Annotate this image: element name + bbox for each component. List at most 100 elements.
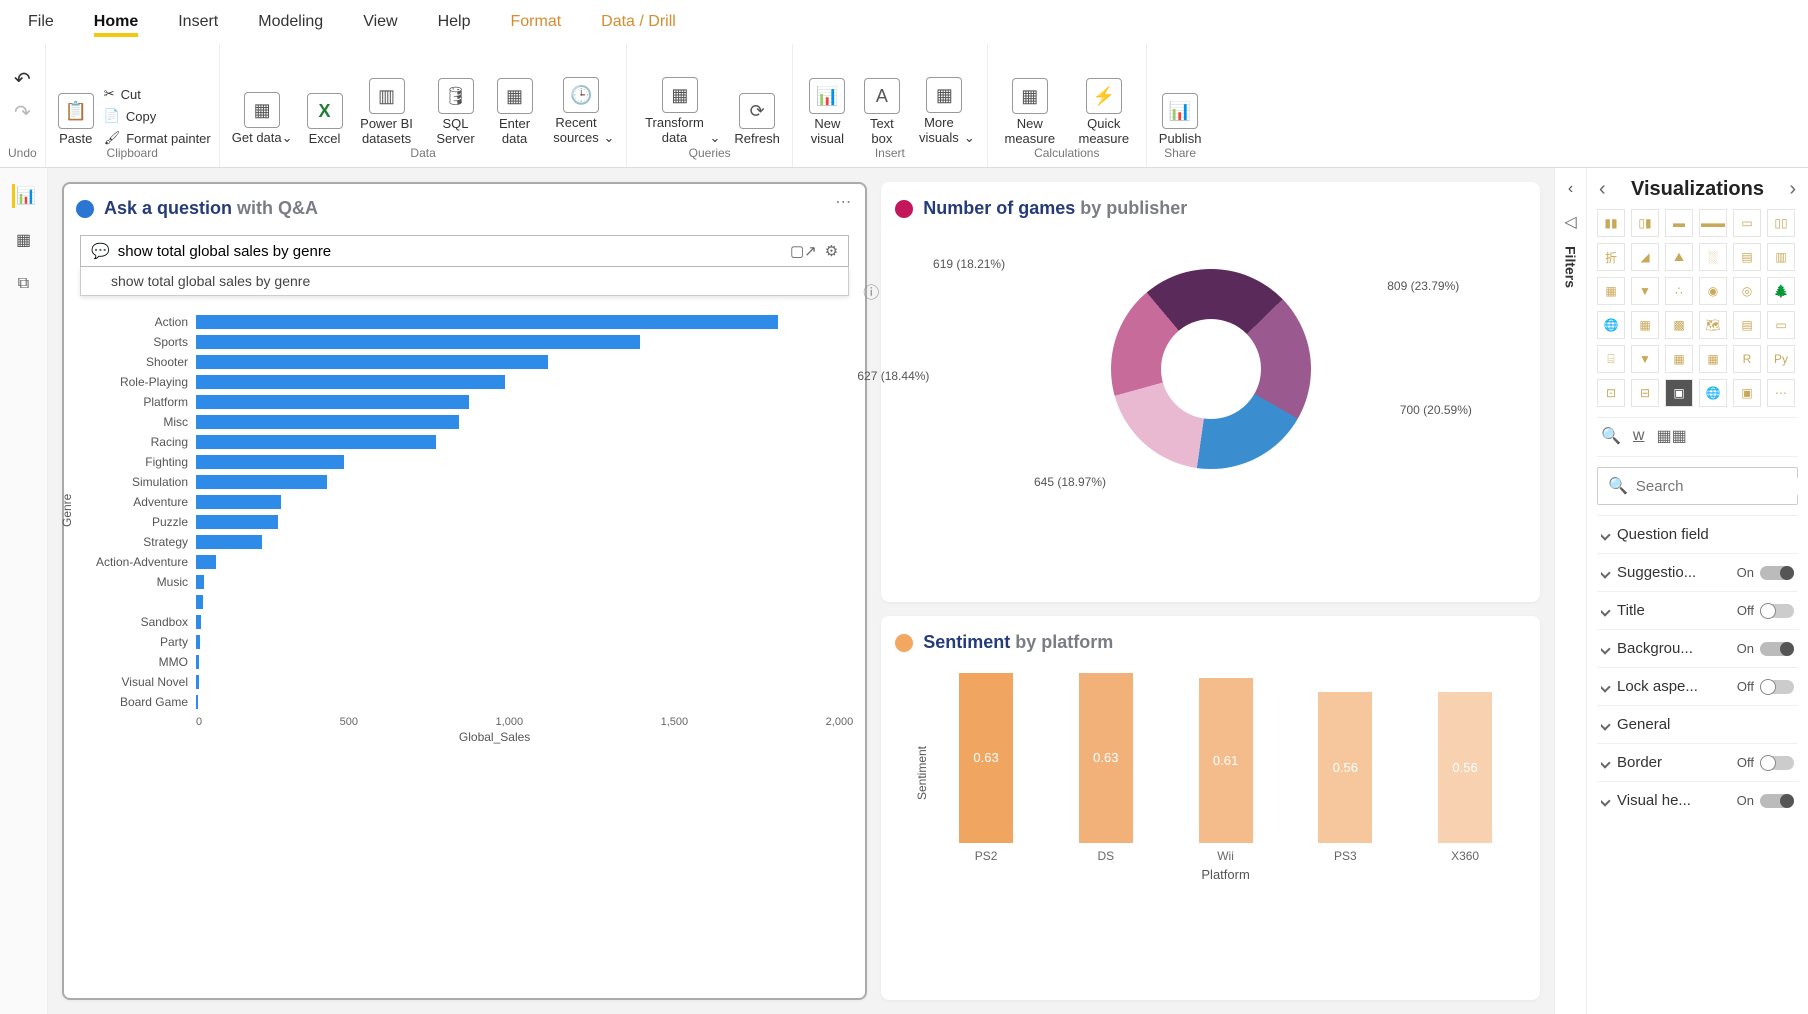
qna-input[interactable] [118, 243, 782, 260]
pbi-datasets-button[interactable]: ▥Power BI datasets [353, 78, 421, 146]
format-search[interactable]: 🔍 [1597, 467, 1798, 505]
gear-icon[interactable]: ⚙ [825, 242, 838, 260]
viz-type-icon[interactable]: ⊡ [1597, 379, 1625, 407]
undo-button[interactable]: ↶ [10, 67, 35, 92]
more-visuals-button[interactable]: ▦More visuals⌄ [910, 77, 979, 146]
qna-visual-card[interactable]: ⋯ Ask a question with Q&A 💬 ▢↗ ⚙ show to… [62, 182, 867, 1000]
menu-modeling[interactable]: Modeling [238, 3, 343, 41]
menu-home[interactable]: Home [74, 3, 158, 41]
get-data-button[interactable]: ▦Get data⌄ [228, 92, 297, 146]
format-property-row[interactable]: Visual he...On [1597, 781, 1798, 819]
viz-type-icon[interactable]: ▭ [1733, 209, 1761, 237]
format-property-row[interactable]: TitleOff [1597, 591, 1798, 629]
cut-button[interactable]: ✂Cut [104, 86, 211, 102]
menu-insert[interactable]: Insert [158, 3, 238, 41]
viz-type-icon[interactable]: ◉ [1699, 277, 1727, 305]
format-painter-button[interactable]: 🖌Format painter [104, 130, 211, 146]
format-search-input[interactable] [1636, 478, 1808, 495]
viz-type-icon[interactable]: ◎ [1733, 277, 1761, 305]
info-icon[interactable]: ⓘ [863, 279, 879, 303]
viz-type-icon[interactable]: ▮▮ [1597, 209, 1625, 237]
viz-type-icon[interactable]: Py [1767, 345, 1795, 373]
copy-button[interactable]: 📄Copy [104, 108, 211, 124]
publisher-donut-card[interactable]: Number of games by publisher 809 (23.79%… [881, 182, 1540, 602]
enter-data-button[interactable]: ▦Enter data [491, 78, 539, 146]
report-view-button[interactable]: 📊 [12, 184, 36, 208]
viz-type-icon[interactable]: 🌐 [1699, 379, 1727, 407]
menu-help[interactable]: Help [418, 3, 491, 41]
quick-measure-button[interactable]: ⚡Quick measure [1070, 78, 1138, 146]
viz-type-icon[interactable]: ▤ [1733, 243, 1761, 271]
menu-data-drill[interactable]: Data / Drill [581, 3, 696, 41]
qna-input-container[interactable]: 💬 ▢↗ ⚙ [80, 235, 849, 267]
viz-type-icon[interactable]: ∴ [1665, 277, 1693, 305]
format-tab-icon[interactable]: ▦▦ [1656, 426, 1686, 446]
toggle-switch[interactable]: On [1737, 793, 1794, 808]
viz-type-icon[interactable]: ⌸ [1597, 345, 1625, 373]
viz-type-icon[interactable]: ▦ [1597, 277, 1625, 305]
format-property-row[interactable]: Question field [1597, 515, 1798, 553]
viz-type-icon[interactable]: ⋯ [1767, 379, 1795, 407]
qna-suggestion[interactable]: show total global sales by genre [80, 267, 849, 296]
viz-type-icon[interactable]: ⛰ [1665, 243, 1693, 271]
viz-type-icon[interactable]: ▣ [1733, 379, 1761, 407]
expand-viz-icon[interactable]: ‹ [1599, 178, 1606, 201]
viz-type-icon[interactable]: ▯▮ [1631, 209, 1659, 237]
data-view-button[interactable]: ▦ [12, 228, 36, 252]
toggle-switch[interactable]: Off [1737, 603, 1794, 618]
viz-type-icon[interactable]: 🌐 [1597, 311, 1625, 339]
viz-type-icon[interactable]: ▣ [1665, 379, 1693, 407]
viz-type-icon[interactable]: ▼ [1631, 277, 1659, 305]
viz-type-icon[interactable]: ▩ [1665, 311, 1693, 339]
viz-type-icon[interactable]: ▬ [1665, 209, 1693, 237]
new-measure-button[interactable]: ▦New measure [996, 78, 1064, 146]
viz-type-icon[interactable]: 🗺 [1699, 311, 1727, 339]
toggle-switch[interactable]: On [1737, 565, 1794, 580]
viz-type-icon[interactable]: ▯▯ [1767, 209, 1795, 237]
viz-type-icon[interactable]: ▦ [1631, 311, 1659, 339]
excel-button[interactable]: XExcel [303, 93, 347, 146]
menu-format[interactable]: Format [490, 3, 581, 41]
collapse-viz-icon[interactable]: › [1789, 178, 1796, 201]
fields-well-icon[interactable]: w [1633, 427, 1645, 445]
viz-type-icon[interactable]: ▼ [1631, 345, 1659, 373]
format-property-row[interactable]: Suggestio...On [1597, 553, 1798, 591]
viz-type-icon[interactable]: ▬▬ [1699, 209, 1727, 237]
format-property-row[interactable]: General [1597, 705, 1798, 743]
text-box-button[interactable]: AText box [860, 78, 904, 146]
viz-type-icon[interactable]: ▥ [1767, 243, 1795, 271]
paste-button[interactable]: 📋Paste [54, 93, 98, 146]
viz-type-icon[interactable]: ◢ [1631, 243, 1659, 271]
bookmark-icon[interactable]: ◁ [1564, 212, 1576, 232]
viz-type-icon[interactable]: R [1733, 345, 1761, 373]
toggle-switch[interactable]: On [1737, 641, 1794, 656]
toggle-switch[interactable]: Off [1737, 679, 1794, 694]
search-fields-icon[interactable]: 🔍 [1601, 426, 1621, 446]
sentiment-bar-card[interactable]: Sentiment by platform Sentiment 0.63PS20… [881, 616, 1540, 1000]
redo-button[interactable]: ↷ [10, 100, 35, 125]
viz-type-icon[interactable]: ▦ [1665, 345, 1693, 373]
menu-file[interactable]: File [8, 3, 74, 41]
model-view-button[interactable]: ⧉ [12, 272, 36, 296]
viz-type-icon[interactable]: ▦ [1699, 345, 1727, 373]
recent-sources-button[interactable]: 🕒Recent sources⌄ [545, 77, 619, 146]
viz-type-icon[interactable]: ░ [1699, 243, 1727, 271]
viz-type-icon[interactable]: ⊟ [1631, 379, 1659, 407]
report-canvas[interactable]: ⋯ Ask a question with Q&A 💬 ▢↗ ⚙ show to… [48, 168, 1554, 1014]
convert-visual-icon[interactable]: ▢↗ [790, 242, 817, 260]
menu-view[interactable]: View [343, 3, 417, 41]
publish-button[interactable]: 📊Publish [1155, 93, 1206, 146]
toggle-switch[interactable]: Off [1737, 755, 1794, 770]
format-property-row[interactable]: Backgrou...On [1597, 629, 1798, 667]
sql-server-button[interactable]: 🛢SQL Server [427, 78, 485, 146]
visual-more-menu[interactable]: ⋯ [835, 192, 853, 212]
viz-type-icon[interactable]: 折 [1597, 243, 1625, 271]
viz-type-icon[interactable]: 🌲 [1767, 277, 1795, 305]
format-property-row[interactable]: Lock aspe...Off [1597, 667, 1798, 705]
filters-pane-collapsed[interactable]: ‹ ◁ Filters [1554, 168, 1586, 1014]
viz-type-icon[interactable]: ▤ [1733, 311, 1761, 339]
new-visual-button[interactable]: 📊New visual [801, 78, 854, 146]
refresh-button[interactable]: ⟳Refresh [730, 93, 784, 146]
viz-type-icon[interactable]: ▭ [1767, 311, 1795, 339]
format-property-row[interactable]: BorderOff [1597, 743, 1798, 781]
